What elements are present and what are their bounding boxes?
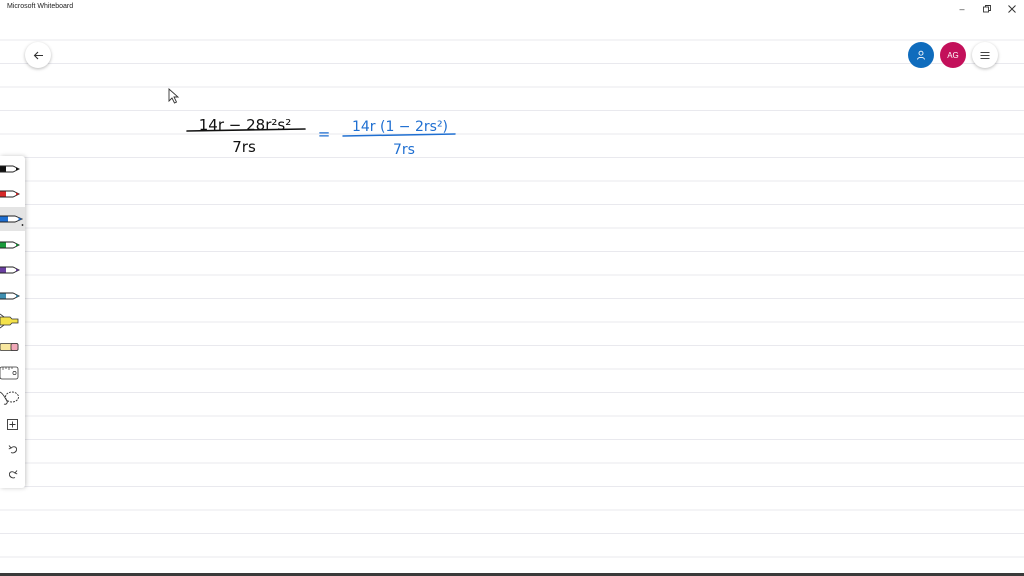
minimize-icon: – [959, 3, 965, 14]
settings-menu-button[interactable] [972, 42, 998, 68]
purple-pen-icon [0, 266, 21, 274]
redo-icon [8, 469, 17, 478]
mouse-pointer-icon [168, 88, 180, 104]
black-pen-tool[interactable] [0, 157, 25, 181]
undo-tool[interactable] [0, 437, 25, 461]
pen-toolbar [0, 156, 25, 488]
person-icon [917, 50, 925, 60]
arrow-left-icon [33, 51, 43, 59]
teal-pen-tool[interactable] [0, 284, 25, 308]
invite-button[interactable] [908, 42, 934, 68]
add-content-tool[interactable] [0, 412, 25, 436]
back-button[interactable] [25, 42, 51, 68]
red-pen-tool[interactable] [0, 182, 25, 206]
blue-pen-icon [0, 215, 24, 226]
highlighter-tool[interactable] [0, 309, 25, 333]
undo-icon [8, 444, 17, 453]
title-bar: Microsoft Whiteboard – [0, 0, 1024, 18]
redo-tool[interactable] [0, 462, 25, 486]
add-box-icon [7, 418, 18, 430]
whiteboard-canvas[interactable] [0, 17, 1024, 573]
close-button[interactable] [1000, 0, 1024, 17]
hamburger-menu-icon [980, 51, 990, 59]
ruler-tool[interactable] [0, 361, 25, 385]
blue-pen-tool[interactable] [0, 207, 25, 231]
lasso-icon [0, 391, 19, 405]
window-title: Microsoft Whiteboard [7, 3, 74, 10]
green-pen-tool[interactable] [0, 233, 25, 257]
red-pen-icon [0, 190, 21, 198]
eraser-tool[interactable] [0, 335, 25, 359]
close-icon [1008, 4, 1016, 13]
restore-icon [983, 4, 991, 12]
restore-button[interactable] [975, 0, 999, 17]
teal-pen-icon [0, 292, 21, 300]
purple-pen-tool[interactable] [0, 258, 25, 282]
lasso-select-tool[interactable] [0, 386, 25, 410]
green-pen-icon [0, 241, 21, 249]
user-initials: AG [947, 50, 959, 60]
user-avatar[interactable]: AG [940, 42, 966, 68]
highlighter-icon [0, 313, 19, 329]
eraser-icon [0, 343, 19, 351]
black-pen-icon [0, 165, 21, 173]
ruler-icon [0, 366, 19, 380]
minimize-button[interactable]: – [950, 0, 974, 17]
